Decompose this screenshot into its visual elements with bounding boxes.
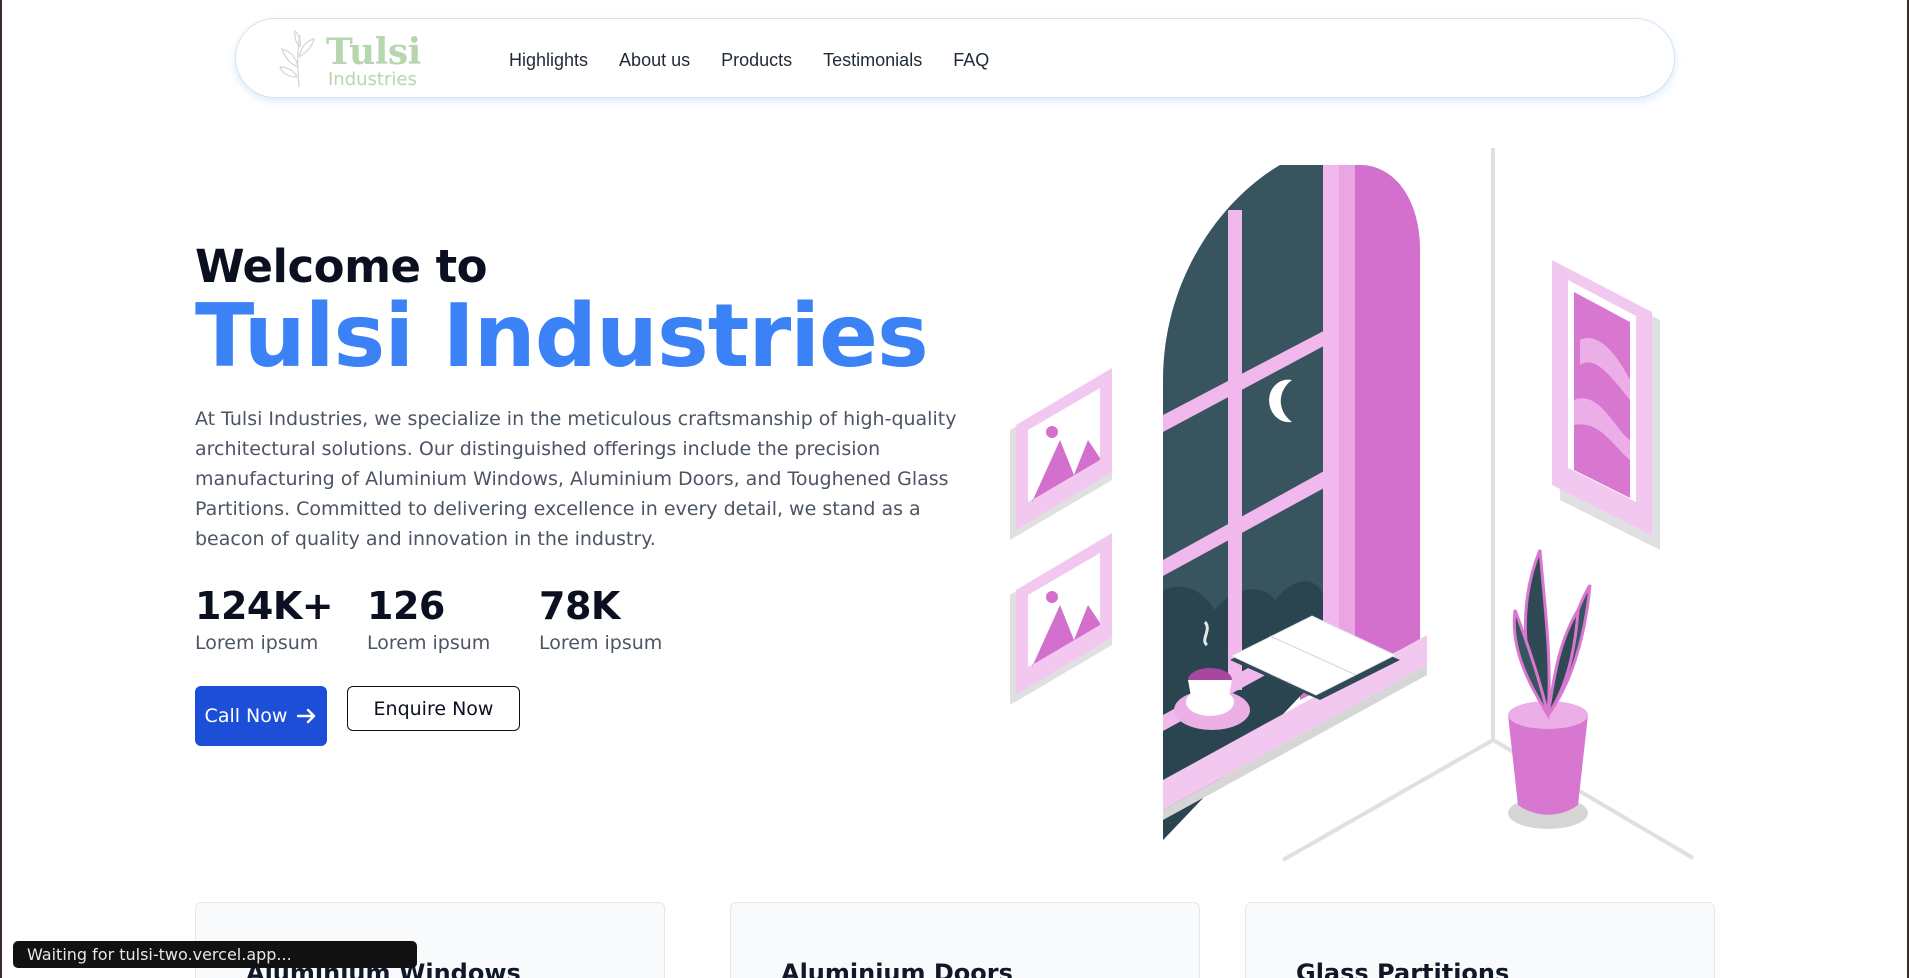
navbar: Tulsi Industries Highlights About us Pro…	[235, 18, 1675, 98]
nav-link-testimonials[interactable]: Testimonials	[823, 50, 922, 71]
product-card-title: Glass Partitions	[1296, 959, 1510, 978]
stat-label: Lorem ipsum	[195, 632, 319, 655]
nav-link-highlights[interactable]: Highlights	[509, 50, 588, 71]
call-now-button[interactable]: Call Now	[195, 686, 327, 747]
hero-illustration	[1010, 148, 1695, 862]
product-card-title: Aluminium Doors	[781, 959, 1013, 978]
stat-label: Lorem ipsum	[367, 632, 491, 655]
nav-links: Highlights About us Products Testimonial…	[509, 50, 989, 71]
enquire-now-button[interactable]: Enquire Now	[347, 686, 520, 732]
stat-item: 78K Lorem ipsum	[539, 584, 711, 654]
arrow-right-icon	[297, 709, 316, 724]
picture-frame-icon	[1010, 533, 1112, 705]
nav-link-about-us[interactable]: About us	[619, 50, 690, 71]
leaf-icon	[279, 29, 315, 88]
window-border-left	[0, 0, 2, 978]
hero-description: At Tulsi Industries, we specialize in th…	[195, 408, 957, 551]
cta-group: Call Now Enquire Now	[195, 686, 975, 747]
stats: 124K+ Lorem ipsum 126 Lorem ipsum 78K Lo…	[195, 584, 975, 654]
nav-link-faq[interactable]: FAQ	[953, 50, 989, 71]
hero-section: Welcome to Tulsi Industries At Tulsi Ind…	[195, 240, 975, 747]
logo-subtitle: Industries	[328, 69, 417, 90]
stat-value: 78K	[539, 584, 620, 629]
hero-brand-title: Tulsi Industries	[195, 285, 929, 387]
logo[interactable]: Tulsi Industries	[274, 27, 424, 91]
plant-icon	[1508, 549, 1592, 829]
logo-title: Tulsi	[326, 31, 421, 73]
call-now-label: Call Now	[204, 705, 288, 728]
stat-value: 124K+	[195, 584, 334, 629]
stat-value: 126	[367, 584, 445, 629]
stat-item: 124K+ Lorem ipsum	[195, 584, 367, 654]
product-card[interactable]: Aluminium Doors	[730, 902, 1200, 978]
browser-status-bar: Waiting for tulsi-two.vercel.app...	[13, 941, 417, 968]
picture-frame-icon	[1010, 368, 1112, 540]
product-card[interactable]: Glass Partitions	[1245, 902, 1715, 978]
stat-label: Lorem ipsum	[539, 632, 663, 655]
art-frame-icon	[1552, 260, 1660, 550]
stat-item: 126 Lorem ipsum	[367, 584, 539, 654]
nav-link-products[interactable]: Products	[721, 50, 792, 71]
